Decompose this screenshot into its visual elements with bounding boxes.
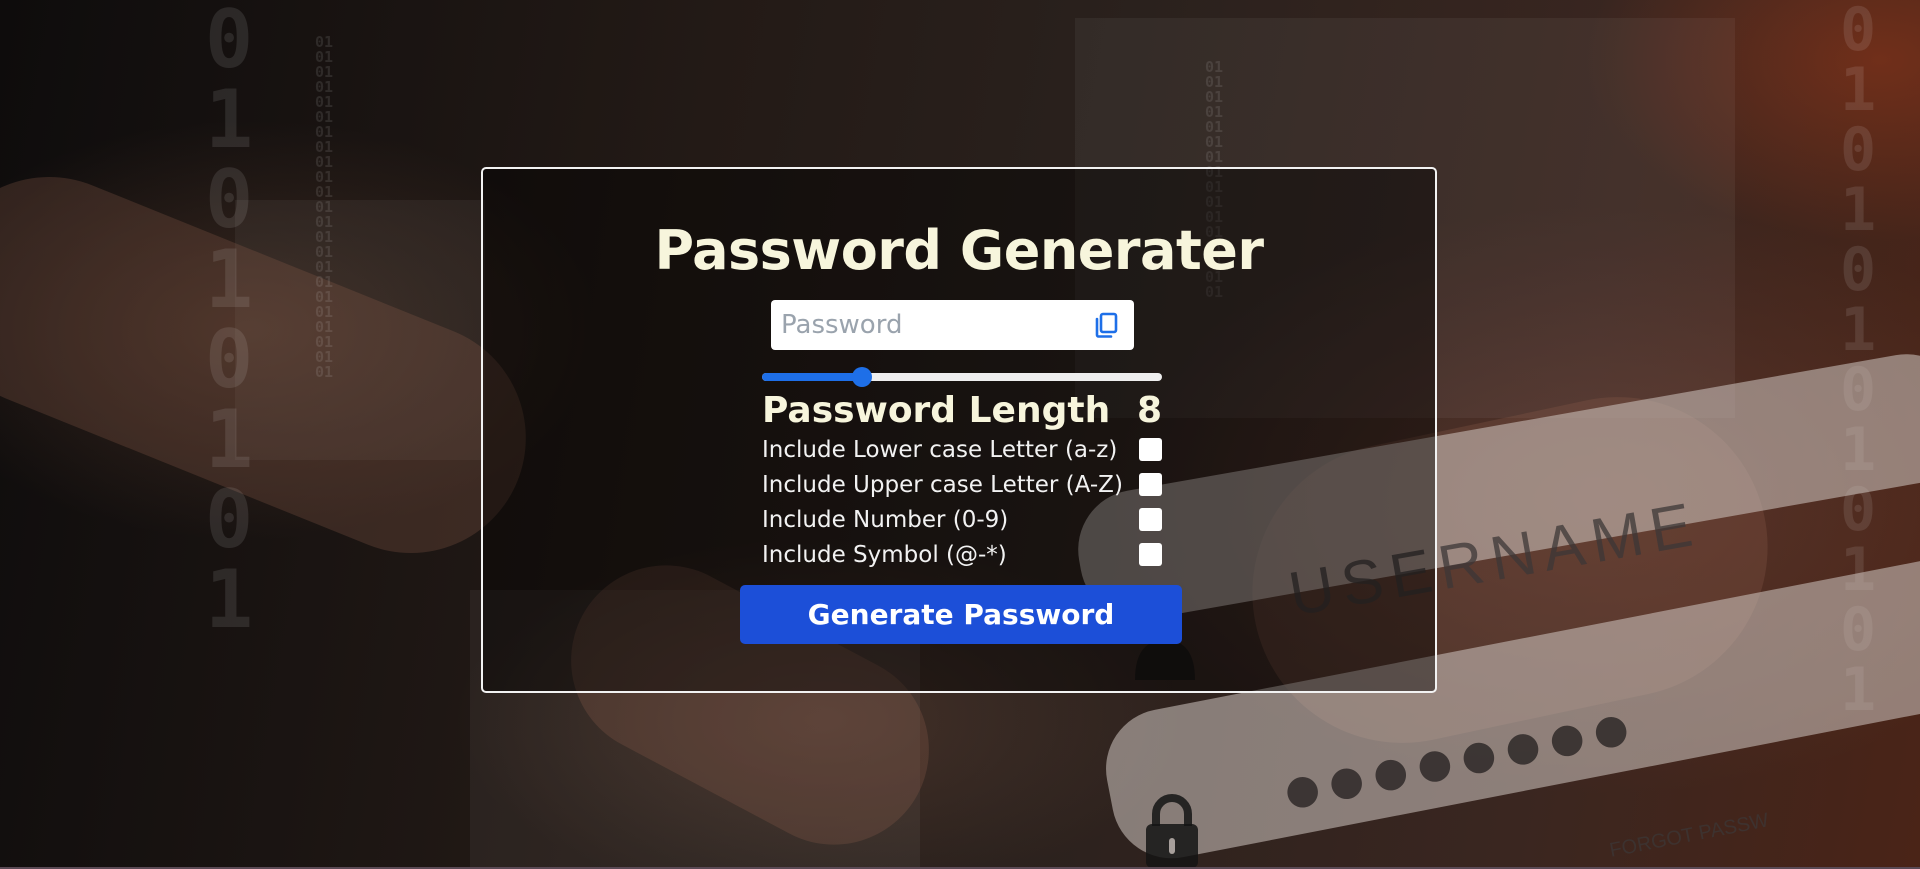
copy-icon[interactable]	[1092, 311, 1120, 339]
password-length-label: Password Length	[762, 390, 1111, 431]
password-input[interactable]	[771, 300, 1071, 350]
background-binary-column: 01 01 01 01 01 01 01 01 01 01 01 01 01 0…	[315, 33, 334, 381]
password-field-container	[771, 300, 1134, 350]
background-binary-column: 0 1 0 1 0 1 0 1	[205, 0, 254, 646]
background-forgot-text: FORGOT PASSW	[1607, 809, 1771, 862]
password-length-row: Password Length 8	[762, 387, 1162, 435]
generate-password-button[interactable]: Generate Password	[740, 585, 1182, 644]
option-uppercase-label: Include Upper case Letter (A-Z)	[762, 472, 1123, 498]
option-uppercase: Include Upper case Letter (A-Z)	[762, 468, 1162, 502]
slider-fill	[762, 373, 862, 381]
option-symbol: Include Symbol (@-*)	[762, 538, 1162, 572]
option-lowercase: Include Lower case Letter (a-z)	[762, 433, 1162, 467]
option-number: Include Number (0-9)	[762, 503, 1162, 537]
background-lock-icon	[1146, 794, 1198, 868]
page-title: Password Generater	[654, 219, 1264, 282]
option-number-checkbox[interactable]	[1139, 508, 1162, 531]
password-length-value: 8	[1136, 390, 1162, 431]
option-symbol-label: Include Symbol (@-*)	[762, 542, 1007, 568]
password-generator-card: Password Generater Password Length 8 Inc…	[481, 167, 1437, 693]
password-length-slider[interactable]	[762, 367, 1162, 387]
slider-thumb[interactable]	[852, 367, 872, 387]
option-number-label: Include Number (0-9)	[762, 507, 1009, 533]
option-lowercase-checkbox[interactable]	[1139, 438, 1162, 461]
option-lowercase-label: Include Lower case Letter (a-z)	[762, 437, 1118, 463]
option-symbol-checkbox[interactable]	[1139, 543, 1162, 566]
option-uppercase-checkbox[interactable]	[1139, 473, 1162, 496]
